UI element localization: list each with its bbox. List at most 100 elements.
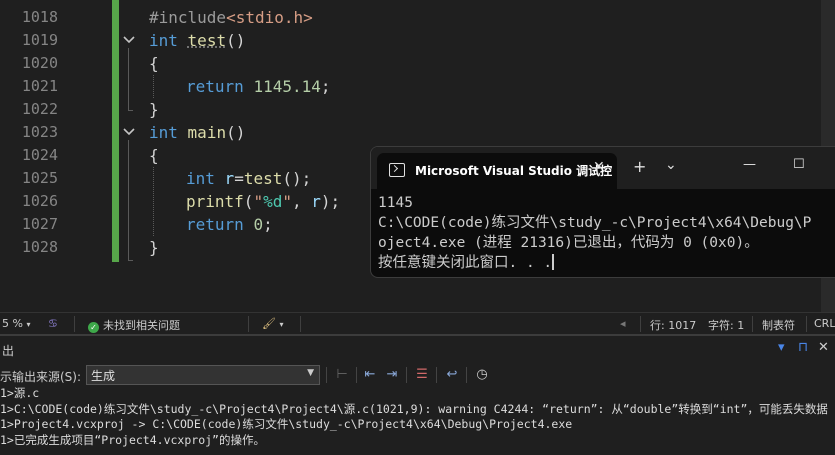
line-number-gutter: 1018 1019 1020 1021 1022 1023 1024 1025 … (0, 0, 62, 312)
line-number: 1025 (21, 169, 58, 187)
line-number: 1019 (21, 31, 58, 49)
punctuation: ; (320, 77, 331, 96)
editor-status-strip: 5 % ▾ ♋ ✓ 未找到相关问题 🖌 ▾ ◂ 行: 1017 字符: 1 制表符… (0, 312, 835, 335)
minimize-button[interactable]: — (743, 157, 756, 172)
brace: } (149, 100, 159, 119)
close-icon[interactable]: ✕ (818, 340, 829, 355)
indent-mode[interactable]: 制表符 (762, 317, 795, 333)
check-circle-icon: ✓ (88, 322, 99, 333)
word-wrap-icon[interactable]: ↩ (444, 367, 460, 383)
chevron-down-icon: ▾ (26, 320, 31, 329)
line-number: 1023 (21, 123, 58, 141)
divider (806, 316, 807, 332)
string-quote: " (253, 192, 264, 211)
divider (356, 367, 357, 383)
console-tab-title: Microsoft Visual Studio 调试控 (415, 164, 613, 178)
clear-all-icon[interactable]: ☰ (414, 367, 430, 383)
format-specifier: %d (263, 192, 283, 211)
divider (326, 367, 327, 383)
line-number: 1018 (21, 8, 58, 26)
divider (436, 367, 437, 383)
indent-guide (153, 167, 154, 236)
code-line-1026: printf("%d", r); (186, 190, 340, 213)
code-line-1019: int test() (149, 29, 245, 52)
output-line: 1>C:\CODE(code)练习文件\study_-c\Project4\Pr… (0, 401, 828, 416)
divider (300, 316, 301, 332)
issues-text: 未找到相关问题 (103, 319, 180, 332)
output-panel: 出 ▾ ⊓ ✕ 示输出来源(S): 生成 ▼ ⊢ ⇤ ⇥ ☰ ↩ ◷ 1>源.c… (0, 334, 835, 455)
cursor-line[interactable]: 行: 1017 (650, 317, 696, 333)
punctuation: () (226, 31, 246, 50)
zoom-value: 5 % (2, 317, 23, 330)
console-titlebar[interactable]: Microsoft Visual Studio 调试控 ✕ + ⌄ — ☐ (371, 147, 835, 189)
console-tab[interactable]: Microsoft Visual Studio 调试控 ✕ (377, 153, 617, 189)
punctuation: ( (243, 192, 254, 211)
output-source-select[interactable]: 生成 ▼ (86, 365, 320, 385)
fold-region-end (128, 110, 133, 111)
close-tab-icon[interactable]: ✕ (593, 159, 605, 175)
panel-menu-icon[interactable]: ▾ (778, 340, 785, 355)
code-line-1028: } (149, 236, 159, 259)
keyword: int (149, 123, 178, 142)
dropdown-icon[interactable]: ⌄ (665, 157, 677, 173)
keyword: int (149, 31, 178, 50)
issues-indicator[interactable]: ✓ 未找到相关问题 (88, 317, 180, 333)
line-ending[interactable]: CRL (814, 317, 835, 330)
code-line-1027: return 0; (186, 213, 273, 236)
cursor-char[interactable]: 字符: 1 (708, 317, 744, 333)
find-message-icon[interactable]: ⊢ (334, 367, 350, 383)
chevron-down-icon: ▼ (307, 368, 314, 378)
console-line: oject4.exe (进程 21316)已退出，代码为 0 (0x0)。 (378, 235, 759, 251)
output-line: 1>已完成生成项目“Project4.vcxproj”的操作。 (0, 432, 265, 447)
brace: { (149, 146, 159, 165)
copilot-icon[interactable]: ♋ (48, 317, 58, 330)
terminal-icon (389, 163, 405, 177)
divider (406, 367, 407, 383)
keyword: int (186, 169, 215, 188)
brace: { (149, 54, 159, 73)
indent-guide (153, 75, 154, 98)
console-line: 按任意键关闭此窗口. . . (378, 253, 835, 273)
function-name: test (187, 31, 227, 50)
console-line-text: 按任意键关闭此窗口. . . (378, 255, 553, 271)
fold-toggle-icon[interactable] (122, 121, 136, 144)
output-panel-title: 出 (2, 344, 15, 358)
code-line-1020: { (149, 52, 159, 75)
debug-console-window[interactable]: Microsoft Visual Studio 调试控 ✕ + ⌄ — ☐ 11… (370, 146, 835, 278)
punctuation: ); (320, 192, 341, 211)
text-cursor (552, 254, 555, 270)
brush-icon[interactable]: 🖌 ▾ (262, 317, 283, 330)
zoom-level[interactable]: 5 % ▾ (2, 317, 30, 330)
divider (752, 316, 753, 332)
punctuation: , (291, 192, 312, 211)
pin-icon[interactable]: ⊓ (798, 340, 808, 355)
divider (640, 316, 641, 332)
prev-message-icon[interactable]: ⇤ (362, 367, 378, 383)
maximize-button[interactable]: ☐ (793, 157, 805, 172)
function-call: test (243, 169, 283, 188)
next-message-icon[interactable]: ⇥ (384, 367, 400, 383)
output-line: 1>Project4.vcxproj -> C:\CODE(code)练习文件\… (0, 417, 573, 431)
console-line: C:\CODE(code)练习文件\study_-c\Project4\x64\… (378, 215, 812, 231)
line-number: 1021 (21, 77, 58, 95)
output-toolbar: 示输出来源(S): 生成 ▼ ⊢ ⇤ ⇥ ☰ ↩ ◷ (0, 362, 835, 388)
divider (248, 316, 249, 332)
code-line-1022: } (149, 98, 159, 121)
code-line-1023: int main() (149, 121, 245, 144)
line-number: 1022 (21, 100, 58, 118)
change-tracking-bar (112, 0, 119, 262)
fold-region-line (128, 48, 129, 110)
scroll-left-icon[interactable]: ◂ (620, 317, 626, 330)
new-tab-button[interactable]: + (633, 157, 646, 176)
variable: r (311, 192, 321, 211)
divider (466, 367, 467, 383)
line-number: 1020 (21, 54, 58, 72)
console-output: 1145 C:\CODE(code)练习文件\study_-c\Project4\… (378, 193, 835, 273)
punctuation: = (234, 169, 244, 188)
preprocessor-directive: #include (149, 8, 227, 27)
line-number: 1026 (21, 192, 58, 210)
code-line-1021: return 1145.14; (186, 75, 331, 98)
clock-icon[interactable]: ◷ (474, 367, 490, 383)
code-line-1018: #include<stdio.h> (149, 6, 313, 29)
fold-toggle-icon[interactable] (122, 29, 136, 52)
